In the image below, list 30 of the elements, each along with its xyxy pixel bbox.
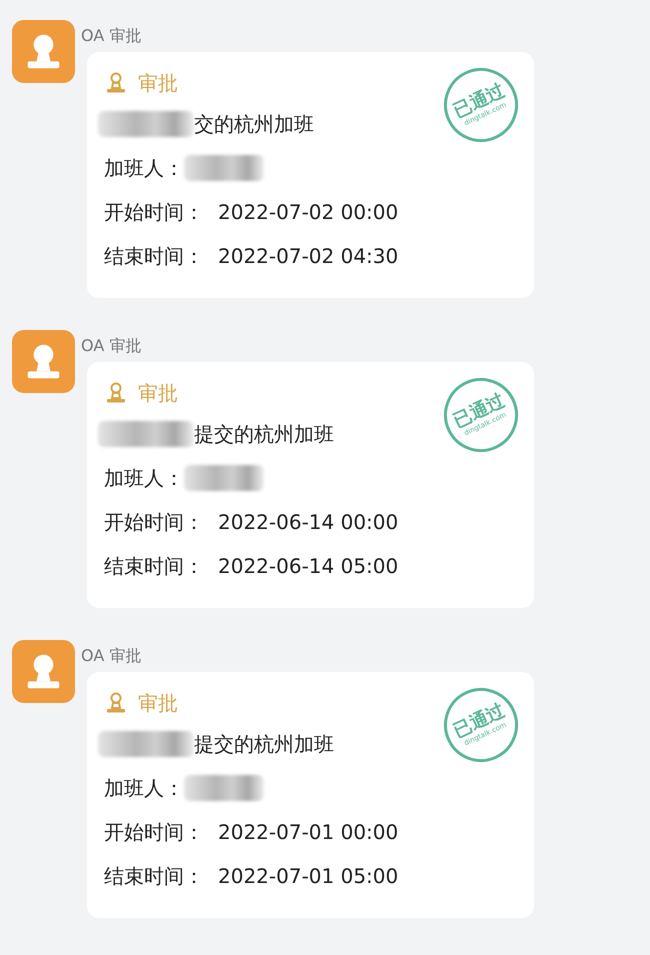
field-label: 开始时间： [104, 199, 204, 226]
stamp-avatar-icon[interactable] [12, 20, 75, 83]
card-title: 提交的杭州加班 [194, 421, 334, 448]
field-label: 加班人： [104, 775, 184, 802]
card-title: 交的杭州加班 [194, 111, 314, 138]
field-label: 加班人： [104, 465, 184, 492]
field-label: 加班人： [104, 155, 184, 182]
field-value: 2022-07-02 00:00 [218, 199, 398, 226]
card-title: 提交的杭州加班 [194, 731, 334, 758]
field-value: 2022-06-14 00:00 [218, 509, 398, 536]
sender-name: OA 审批 [81, 646, 142, 666]
field-label: 开始时间： [104, 509, 204, 536]
stamp-icon [104, 381, 128, 405]
card-header: 审批 [138, 380, 178, 406]
field-label: 结束时间： [104, 243, 204, 270]
card-header: 审批 [138, 690, 178, 716]
field-label: 开始时间： [104, 819, 204, 846]
field-value: 2022-06-14 05:00 [218, 553, 398, 580]
field-value: 2022-07-02 04:30 [218, 243, 398, 270]
stamp-avatar-icon[interactable] [12, 640, 75, 703]
stamp-avatar-icon[interactable] [12, 330, 75, 393]
field-label: 结束时间： [104, 553, 204, 580]
field-label: 结束时间： [104, 863, 204, 890]
stamp-icon [104, 71, 128, 95]
sender-name: OA 审批 [81, 26, 142, 46]
field-value: 2022-07-01 00:00 [218, 819, 398, 846]
stamp-icon [104, 691, 128, 715]
sender-name: OA 审批 [81, 336, 142, 356]
field-value: 2022-07-01 05:00 [218, 863, 398, 890]
card-header: 审批 [138, 70, 178, 96]
